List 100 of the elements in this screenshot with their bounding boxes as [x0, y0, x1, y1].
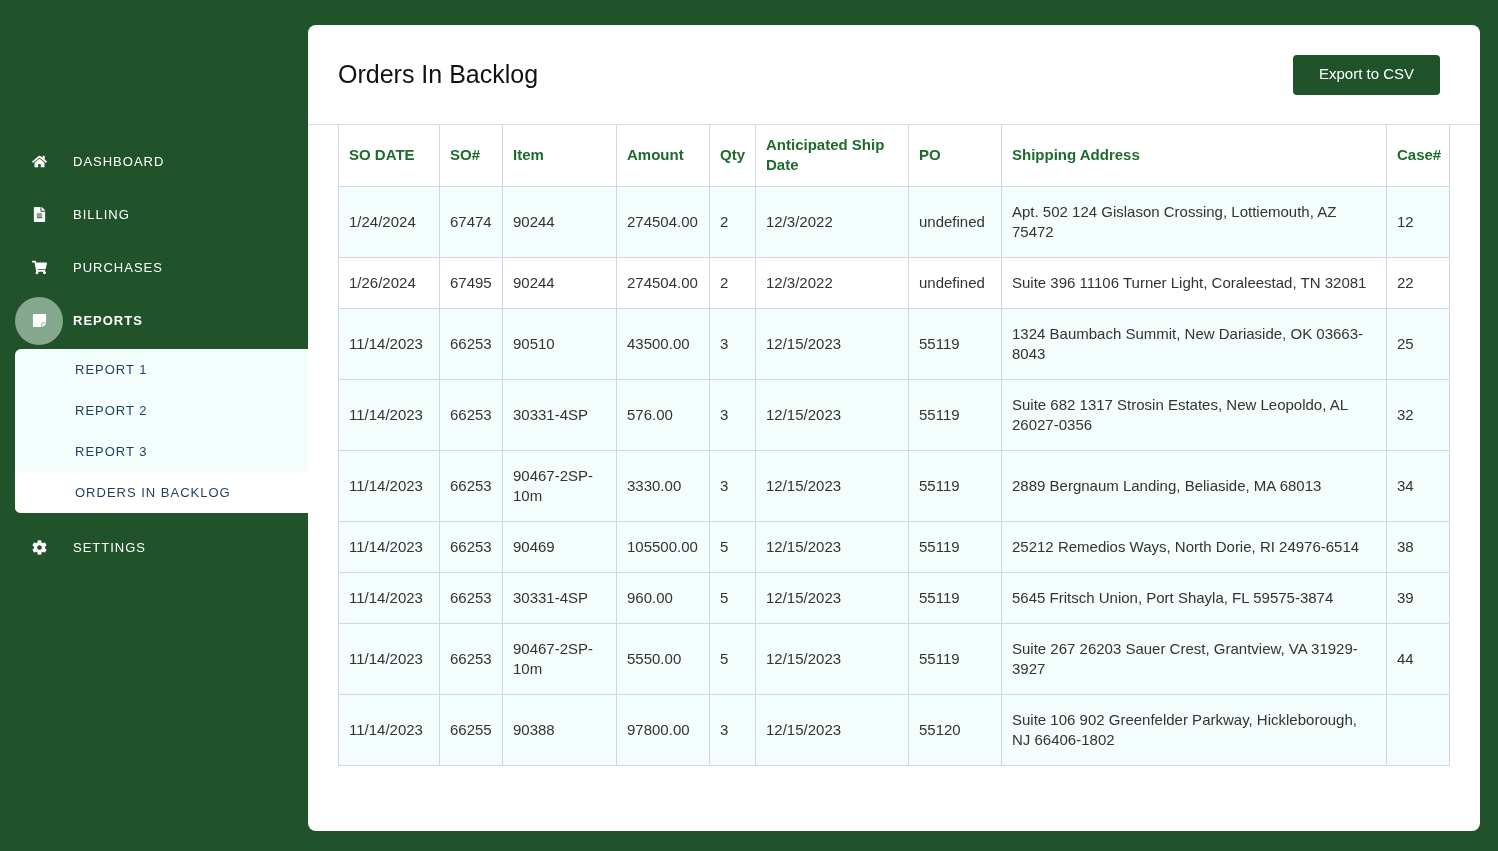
table-cell: 67495 [439, 257, 503, 308]
table-cell: undefined [908, 186, 1002, 257]
table-cell: 55119 [908, 450, 1002, 521]
column-header: Anticipated Ship Date [755, 125, 909, 186]
table-cell: 12/15/2023 [755, 623, 909, 694]
table-cell: 960.00 [616, 572, 710, 623]
table-cell: 66253 [439, 308, 503, 379]
table-cell: Suite 106 902 Greenfelder Parkway, Hickleborough, NJ 66406-1802 [1001, 694, 1387, 765]
table-cell: 3 [709, 450, 756, 521]
table-cell: 67474 [439, 186, 503, 257]
table-cell: Suite 396 11106 Turner Light, Coraleestad, TN 32081 [1001, 257, 1387, 308]
table-cell: 2 [709, 186, 756, 257]
cart-icon [31, 260, 47, 275]
table-cell: 66253 [439, 623, 503, 694]
table-cell: 38 [1386, 521, 1450, 572]
table-cell: 274504.00 [616, 257, 710, 308]
table-cell: 66253 [439, 572, 503, 623]
table-cell: 12/3/2022 [755, 186, 909, 257]
table-cell: Suite 682 1317 Strosin Estates, New Leopoldo, AL 26027-0356 [1001, 379, 1387, 450]
table-cell: 3330.00 [616, 450, 710, 521]
sidebar-item[interactable]: PURCHASES [0, 241, 308, 294]
table-cell: 44 [1386, 623, 1450, 694]
submenu-item[interactable]: REPORT 3 [15, 431, 308, 472]
table-cell: 11/14/2023 [338, 623, 440, 694]
table-cell: 105500.00 [616, 521, 710, 572]
table-cell: 66253 [439, 450, 503, 521]
table-cell: 3 [709, 694, 756, 765]
table-cell: 25 [1386, 308, 1450, 379]
table-cell: 55119 [908, 623, 1002, 694]
table-cell: 66253 [439, 379, 503, 450]
column-header: Item [502, 125, 617, 186]
sidebar-item[interactable]: DASHBOARD [0, 135, 308, 188]
table-cell: 43500.00 [616, 308, 710, 379]
table-cell: 90510 [502, 308, 617, 379]
document-icon [31, 207, 47, 222]
table-cell: 90469 [502, 521, 617, 572]
sidebar-item[interactable]: REPORTS [0, 294, 308, 347]
table-cell: 1/24/2024 [338, 186, 440, 257]
table-cell: 55119 [908, 572, 1002, 623]
table-cell: undefined [908, 257, 1002, 308]
table-cell: 12/15/2023 [755, 694, 909, 765]
table-cell: 11/14/2023 [338, 521, 440, 572]
table-cell: 5 [709, 521, 756, 572]
table-cell: 12/15/2023 [755, 572, 909, 623]
table-cell: 3 [709, 379, 756, 450]
table-cell: 5 [709, 623, 756, 694]
table-cell: 25212 Remedios Ways, North Dorie, RI 24976-6514 [1001, 521, 1387, 572]
table-cell: 12/3/2022 [755, 257, 909, 308]
table-cell: 90467-2SP-10m [502, 623, 617, 694]
table-cell: 39 [1386, 572, 1450, 623]
column-header: SO DATE [338, 125, 440, 186]
table-cell: 22 [1386, 257, 1450, 308]
note-icon [31, 313, 47, 328]
submenu-item[interactable]: REPORT 2 [15, 390, 308, 431]
table-cell [1386, 694, 1450, 765]
settings-icon [31, 540, 47, 555]
table-cell: 11/14/2023 [338, 694, 440, 765]
table-cell: 2 [709, 257, 756, 308]
table-cell: 55120 [908, 694, 1002, 765]
table-cell: 30331-4SP [502, 379, 617, 450]
table-cell: 3 [709, 308, 756, 379]
table-cell: 34 [1386, 450, 1450, 521]
table-cell: 274504.00 [616, 186, 710, 257]
table-cell: 5550.00 [616, 623, 710, 694]
table-cell: 97800.00 [616, 694, 710, 765]
table-cell: 12/15/2023 [755, 308, 909, 379]
table-cell: 66255 [439, 694, 503, 765]
submenu-item[interactable]: REPORT 1 [15, 349, 308, 390]
table-cell: 55119 [908, 308, 1002, 379]
export-button[interactable]: Export to CSV [1292, 54, 1440, 95]
column-header: Qty [709, 125, 756, 186]
column-header: Case# [1386, 125, 1450, 186]
table-cell: 576.00 [616, 379, 710, 450]
home-icon [31, 154, 47, 169]
table-cell: 66253 [439, 521, 503, 572]
table-cell: 12/15/2023 [755, 379, 909, 450]
table-cell: 12 [1386, 186, 1450, 257]
table-cell: 30331-4SP [502, 572, 617, 623]
column-header: SO# [439, 125, 503, 186]
sidebar-item[interactable]: SETTINGS [0, 521, 308, 574]
column-header: Amount [616, 125, 710, 186]
table-cell: 11/14/2023 [338, 450, 440, 521]
table-cell: 1/26/2024 [338, 257, 440, 308]
table-cell: 32 [1386, 379, 1450, 450]
table-cell: Apt. 502 124 Gislason Crossing, Lottiemouth, AZ 75472 [1001, 186, 1387, 257]
page-title: Orders In Backlog [338, 58, 539, 90]
table-cell: 11/14/2023 [338, 308, 440, 379]
column-header: Shipping Address [1001, 125, 1387, 186]
table-cell: 90388 [502, 694, 617, 765]
sidebar-item[interactable]: BILLING [0, 188, 308, 241]
table-cell: 1324 Baumbach Summit, New Dariaside, OK 03663-8043 [1001, 308, 1387, 379]
table-cell: 55119 [908, 521, 1002, 572]
table-cell: 12/15/2023 [755, 521, 909, 572]
table-cell: 5 [709, 572, 756, 623]
column-header: PO [908, 125, 1002, 186]
table-cell: 90244 [502, 257, 617, 308]
submenu-item[interactable]: ORDERS IN BACKLOG [15, 472, 308, 513]
table-cell: 12/15/2023 [755, 450, 909, 521]
table-cell: 2889 Bergnaum Landing, Beliaside, MA 68013 [1001, 450, 1387, 521]
table-cell: 90244 [502, 186, 617, 257]
